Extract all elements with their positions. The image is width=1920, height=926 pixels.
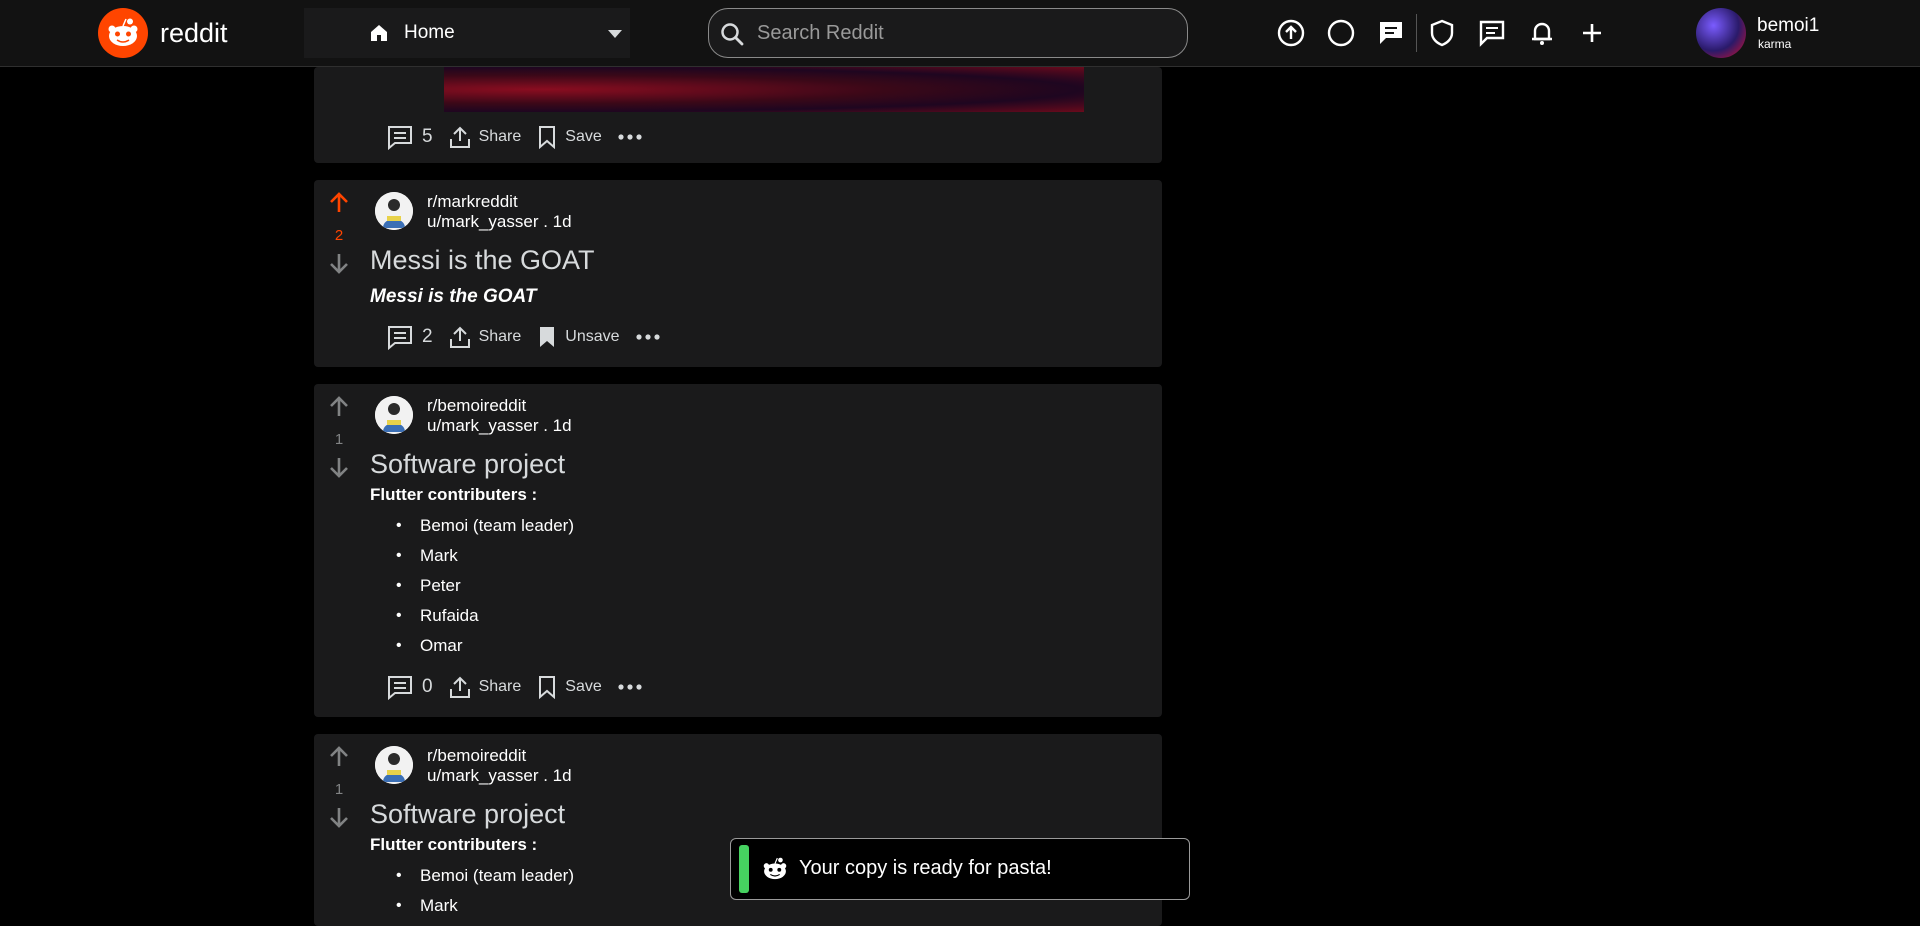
comment-count: 5	[422, 126, 433, 147]
post-body: Messi is the GOAT	[370, 286, 537, 307]
downvote-arrow-icon[interactable]	[326, 250, 352, 281]
save-label: Save	[565, 128, 602, 145]
vote-count: 2	[334, 227, 344, 244]
subreddit-name[interactable]: r/bemoireddit	[427, 396, 526, 416]
reddit-logo-icon[interactable]	[98, 8, 148, 58]
vote-column: 2	[322, 190, 356, 281]
post-author-avatar[interactable]	[375, 746, 413, 784]
comment-count: 0	[422, 676, 433, 697]
post-meta[interactable]: u/mark_yasser . 1d	[427, 416, 572, 436]
search-icon	[719, 21, 745, 52]
downvote-arrow-icon[interactable]	[326, 804, 352, 835]
unsave-button[interactable]: Unsave	[537, 325, 620, 349]
post-title[interactable]: Messi is the GOAT	[370, 245, 595, 276]
more-options-icon[interactable]	[635, 333, 660, 341]
search-input[interactable]	[757, 17, 1167, 49]
user-name[interactable]: bemoi1	[1757, 15, 1819, 37]
post-card: 5 Share Save	[314, 67, 1162, 163]
toast-message: Your copy is ready for pasta!	[799, 857, 1052, 879]
list-item: Bemoi (team leader)	[384, 511, 574, 541]
list-item: Peter	[384, 571, 574, 601]
share-button[interactable]: Share	[449, 325, 522, 349]
post-meta[interactable]: u/mark_yasser . 1d	[427, 212, 572, 232]
toast-status-bar	[739, 845, 749, 893]
upvote-arrow-icon[interactable]	[326, 394, 352, 425]
post-actions: 0 Share Save	[386, 672, 658, 702]
bell-icon[interactable]	[1523, 14, 1561, 52]
list-item: Mark	[384, 541, 574, 571]
shield-icon[interactable]	[1423, 14, 1461, 52]
subreddit-name[interactable]: r/bemoireddit	[427, 746, 526, 766]
post-body-list: Bemoi (team leader) Mark	[384, 861, 574, 921]
share-button[interactable]: Share	[449, 125, 522, 149]
top-navigation-bar: reddit Home bemoi1 karma	[0, 0, 1920, 67]
share-label: Share	[478, 678, 522, 695]
chevron-down-icon	[608, 30, 622, 38]
more-options-icon[interactable]	[618, 683, 642, 691]
save-label: Save	[565, 678, 602, 695]
user-avatar[interactable]	[1696, 8, 1746, 58]
upvote-arrow-icon[interactable]	[326, 744, 352, 775]
user-karma: karma	[1758, 37, 1792, 51]
home-dropdown[interactable]: Home	[304, 8, 630, 58]
toolbar-divider	[1416, 14, 1417, 52]
vote-column: 1	[322, 744, 356, 835]
list-item: Mark	[384, 891, 574, 921]
post-actions: 5 Share Save	[386, 122, 658, 152]
share-label: Share	[478, 328, 522, 345]
vote-column: 1	[322, 394, 356, 485]
post-body-heading: Flutter contributers :	[370, 485, 538, 504]
comment-count: 2	[422, 326, 433, 347]
more-options-icon[interactable]	[618, 133, 642, 141]
post-title[interactable]: Software project	[370, 449, 565, 480]
save-button[interactable]: Save	[537, 675, 602, 699]
downvote-arrow-icon[interactable]	[326, 454, 352, 485]
unsave-label: Unsave	[565, 328, 620, 345]
post-card: 1 r/bemoireddit u/mark_yasser . 1d Softw…	[314, 384, 1162, 717]
share-button[interactable]: Share	[449, 675, 522, 699]
post-title[interactable]: Software project	[370, 799, 565, 830]
reddit-snoo-icon	[761, 857, 789, 886]
comments-button[interactable]: 2	[386, 324, 433, 350]
post-author-avatar[interactable]	[375, 396, 413, 434]
comments-button[interactable]: 5	[386, 124, 433, 150]
vote-count: 1	[334, 431, 344, 448]
logo-text[interactable]: reddit	[160, 18, 228, 49]
post-image	[444, 67, 1084, 112]
share-label: Share	[478, 128, 522, 145]
save-button[interactable]: Save	[537, 125, 602, 149]
toast-notification: Your copy is ready for pasta!	[730, 838, 1190, 900]
plus-icon[interactable]	[1573, 14, 1611, 52]
list-item: Omar	[384, 631, 574, 661]
arrow-up-circle-icon[interactable]	[1272, 14, 1310, 52]
vote-count: 1	[334, 781, 344, 798]
search-bar	[708, 8, 1188, 58]
message-icon[interactable]	[1473, 14, 1511, 52]
list-item: Rufaida	[384, 601, 574, 631]
home-label: Home	[404, 22, 455, 43]
post-body-list: Bemoi (team leader) Mark Peter Rufaida O…	[384, 511, 574, 661]
upvote-arrow-icon[interactable]	[326, 190, 352, 221]
post-author-avatar[interactable]	[375, 192, 413, 230]
chat-icon[interactable]	[1372, 14, 1410, 52]
subreddit-name[interactable]: r/markreddit	[427, 192, 518, 212]
home-icon	[368, 22, 390, 49]
comments-button[interactable]: 0	[386, 674, 433, 700]
list-item: Bemoi (team leader)	[384, 861, 574, 891]
circle-icon[interactable]	[1322, 14, 1360, 52]
post-meta[interactable]: u/mark_yasser . 1d	[427, 766, 572, 786]
post-card: 2 r/markreddit u/mark_yasser . 1d Messi …	[314, 180, 1162, 367]
post-body-heading: Flutter contributers :	[370, 835, 538, 854]
post-actions: 2 Share Unsave	[386, 322, 676, 352]
